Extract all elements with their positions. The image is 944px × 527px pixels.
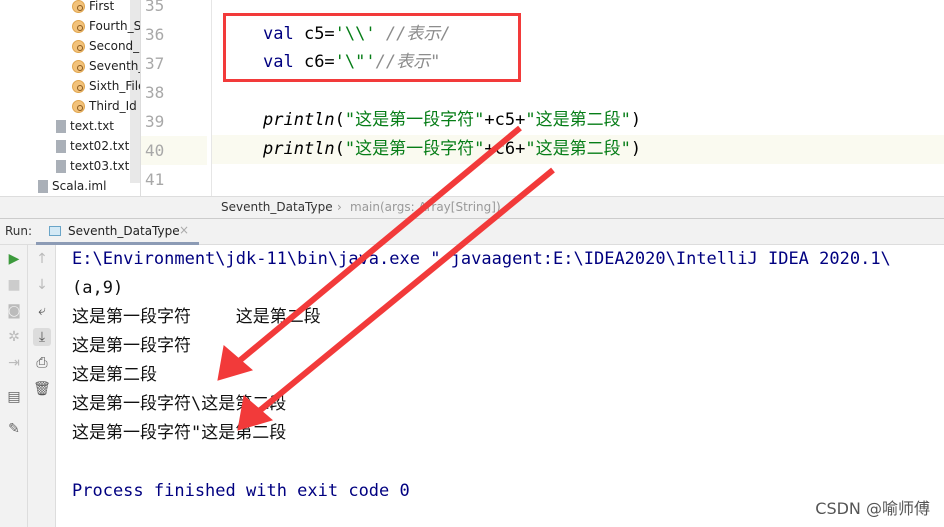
watermark: CSDN @喻师傅 [815,499,930,518]
annotation-arrow [236,125,522,365]
annotation-arrow [256,167,555,415]
annotation-arrows [217,125,555,431]
